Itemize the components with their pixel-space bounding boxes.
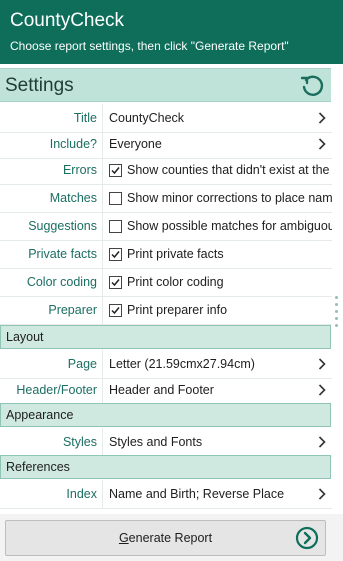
go-arrow-icon [295,526,319,550]
row-color-coding: Color coding Print color coding [0,268,332,297]
errors-checkbox-label[interactable]: Show counties that didn't exist at the t [127,156,332,184]
generate-report-label: Generate Report [6,521,325,555]
settings-title: Settings [5,75,74,96]
matches-option: Show minor corrections to place name [102,184,332,212]
header-footer-label: Header/Footer [16,383,97,397]
row-errors: Errors Show counties that didn't exist a… [0,156,332,185]
section-appearance: Appearance [0,403,331,427]
generate-report-mnemonic: G [118,531,129,545]
styles-value-field[interactable]: Styles and Fonts [102,428,332,456]
page-value: Letter (21.59cmx27.94cm) [109,357,255,371]
chevron-right-icon[interactable] [318,138,326,150]
include-label: Include? [49,137,97,151]
header-footer-value-field[interactable]: Header and Footer [102,376,332,404]
errors-option: Show counties that didn't exist at the t [102,156,332,184]
index-value-field[interactable]: Name and Birth; Reverse Place [102,480,332,508]
suggestions-checkbox[interactable] [109,220,122,233]
settings-panel: Settings Title CountyCheck Include? Ever… [0,64,332,561]
preparer-checkbox[interactable] [109,304,122,317]
section-layout: Layout [0,325,331,349]
include-value: Everyone [109,137,162,151]
row-preparer: Preparer Print preparer info [0,296,332,325]
section-appearance-title: Appearance [6,408,74,422]
styles-value: Styles and Fonts [109,435,203,449]
private-facts-checkbox[interactable] [109,248,122,261]
index-label: Index [66,487,97,501]
refresh-icon[interactable] [299,73,325,99]
private-facts-option: Print private facts [102,240,332,268]
section-references-title: References [6,460,70,474]
row-matches: Matches Show minor corrections to place … [0,184,332,213]
page-value-field[interactable]: Letter (21.59cmx27.94cm) [102,350,332,378]
row-styles[interactable]: Styles Styles and Fonts [0,428,332,457]
include-value-field[interactable]: Everyone [102,130,332,158]
panel-resize-grip[interactable] [335,296,339,332]
color-coding-checkbox[interactable] [109,276,122,289]
row-index[interactable]: Index Name and Birth; Reverse Place [0,480,332,509]
matches-checkbox-label[interactable]: Show minor corrections to place name [127,184,332,212]
chevron-right-icon[interactable] [318,436,326,448]
title-label: Title [73,111,97,125]
row-page[interactable]: Page Letter (21.59cmx27.94cm) [0,350,332,379]
title-value: CountyCheck [109,111,185,125]
errors-label: Errors [62,163,97,177]
color-coding-label: Color coding [26,275,97,289]
color-coding-checkbox-label[interactable]: Print color coding [127,268,224,296]
preparer-option: Print preparer info [102,296,332,324]
private-facts-label: Private facts [28,247,97,261]
matches-checkbox[interactable] [109,192,122,205]
preparer-checkbox-label[interactable]: Print preparer info [127,296,227,324]
matches-label: Matches [49,191,97,205]
title-value-field[interactable]: CountyCheck [102,104,332,132]
settings-header: Settings [0,68,331,102]
title-bar: CountyCheck Choose report settings, then… [0,0,343,64]
suggestions-checkbox-label[interactable]: Show possible matches for ambiguous [127,212,332,240]
suggestions-label: Suggestions [28,219,97,233]
preparer-label: Preparer [48,303,97,317]
page-label: Page [67,357,97,371]
chevron-right-icon[interactable] [318,358,326,370]
section-layout-title: Layout [6,330,44,344]
generate-report-rest: enerate Report [128,531,213,545]
row-private-facts: Private facts Print private facts [0,240,332,269]
styles-label: Styles [62,435,97,449]
row-include[interactable]: Include? Everyone [0,130,332,159]
suggestions-option: Show possible matches for ambiguous [102,212,332,240]
color-coding-option: Print color coding [102,268,332,296]
errors-checkbox[interactable] [109,164,122,177]
row-title[interactable]: Title CountyCheck [0,104,332,133]
app-subtitle: Choose report settings, then click "Gene… [10,39,289,53]
header-footer-value: Header and Footer [109,383,214,397]
app-title: CountyCheck [10,10,125,31]
generate-report-button[interactable]: Generate Report [5,520,326,556]
chevron-right-icon[interactable] [318,384,326,396]
chevron-right-icon[interactable] [318,112,326,124]
private-facts-checkbox-label[interactable]: Print private facts [127,240,224,268]
index-value: Name and Birth; Reverse Place [109,487,285,501]
chevron-right-icon[interactable] [318,488,326,500]
section-references: References [0,455,331,479]
row-header-footer[interactable]: Header/Footer Header and Footer [0,376,332,405]
row-suggestions: Suggestions Show possible matches for am… [0,212,332,241]
